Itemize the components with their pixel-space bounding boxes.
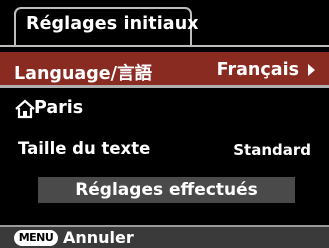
text-size-row[interactable]: Taille du texte Standard bbox=[0, 137, 329, 163]
cancel-label: Annuler bbox=[63, 228, 134, 247]
triangle-right-icon[interactable] bbox=[308, 64, 315, 76]
language-value[interactable]: Français bbox=[217, 60, 299, 80]
footer-bar: MENU Annuler bbox=[0, 225, 329, 248]
title-divider bbox=[0, 45, 329, 47]
text-size-value[interactable]: Standard bbox=[233, 141, 311, 159]
home-city-name: Paris bbox=[34, 98, 84, 118]
language-label: Language/言語 bbox=[14, 64, 153, 84]
setup-screen: Réglages initiaux Language/言語 Français P… bbox=[0, 0, 329, 248]
text-size-label: Taille du texte bbox=[18, 139, 151, 158]
page-title: Réglages initiaux bbox=[26, 14, 199, 34]
menu-button-icon[interactable]: MENU bbox=[14, 230, 58, 246]
language-setting-row[interactable]: Language/言語 Français bbox=[0, 52, 329, 88]
home-icon bbox=[15, 99, 35, 119]
settings-done-label: Réglages effectués bbox=[75, 180, 258, 200]
settings-done-button[interactable]: Réglages effectués bbox=[38, 177, 295, 203]
